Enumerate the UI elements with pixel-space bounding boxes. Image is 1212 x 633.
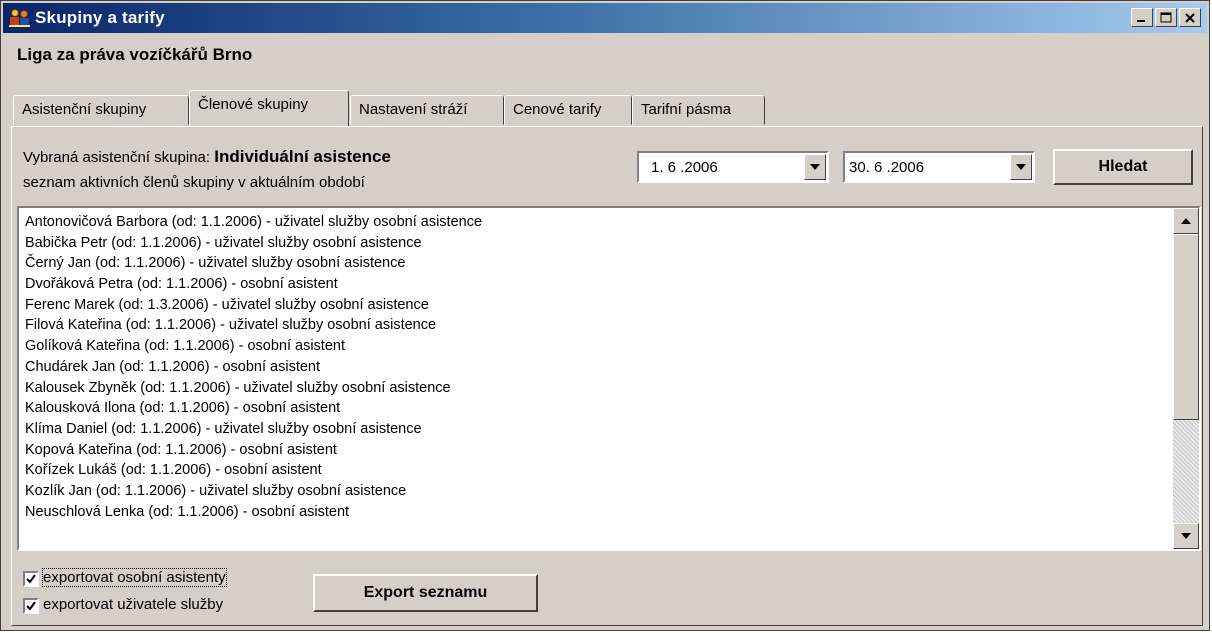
- close-icon: [1185, 13, 1195, 23]
- checkmark-icon: [26, 574, 36, 584]
- date-to-dropdown-button[interactable]: [1010, 154, 1032, 180]
- tab-cenove-tarify[interactable]: Cenové tarify: [504, 95, 632, 125]
- tab-asistencni-skupiny[interactable]: Asistenční skupiny: [13, 95, 189, 125]
- selected-group-label: Vybraná asistenční skupina:: [23, 149, 211, 166]
- window-title: Skupiny a tarify: [35, 8, 165, 27]
- tab-clenove-skupiny[interactable]: Členové skupiny: [189, 90, 349, 126]
- date-to-select[interactable]: 30. 6 .2006: [843, 151, 1035, 183]
- checkmark-icon: [26, 601, 36, 611]
- minimize-icon: [1137, 20, 1145, 22]
- list-item[interactable]: Dvořáková Petra (od: 1.1.2006) - osobní …: [25, 274, 482, 295]
- close-button[interactable]: [1179, 8, 1201, 27]
- members-list[interactable]: Antonovičová Barbora (od: 1.1.2006) - už…: [17, 206, 1201, 551]
- export-users-label[interactable]: exportovat uživatele služby: [43, 596, 223, 613]
- date-from-select[interactable]: 1. 6 .2006: [637, 151, 829, 183]
- selected-group-value: Individuální asistence: [214, 147, 391, 166]
- scroll-down-button[interactable]: [1173, 523, 1199, 549]
- export-list-button[interactable]: Export seznamu: [313, 574, 538, 612]
- list-item[interactable]: Kopová Kateřina (od: 1.1.2006) - osobní …: [25, 440, 482, 461]
- list-item[interactable]: Antonovičová Barbora (od: 1.1.2006) - už…: [25, 212, 482, 233]
- list-item[interactable]: Chudárek Jan (od: 1.1.2006) - osobní asi…: [25, 357, 482, 378]
- chevron-down-icon: [810, 164, 820, 170]
- list-item[interactable]: Kozlík Jan (od: 1.1.2006) - uživatel slu…: [25, 481, 482, 502]
- list-item[interactable]: Golíková Kateřina (od: 1.1.2006) - osobn…: [25, 336, 482, 357]
- list-item[interactable]: Klíma Daniel (od: 1.1.2006) - uživatel s…: [25, 419, 482, 440]
- export-assistants-label[interactable]: exportovat osobní asistenty: [42, 568, 227, 587]
- maximize-button[interactable]: [1155, 8, 1177, 27]
- export-assistants-checkbox[interactable]: [23, 571, 39, 587]
- tab-label: Asistenční skupiny: [22, 101, 147, 118]
- date-from-value: 1. 6 .2006: [651, 159, 718, 176]
- maximize-icon: [1160, 12, 1172, 23]
- tab-label: Cenové tarify: [513, 101, 602, 118]
- tab-tarifni-pasma[interactable]: Tarifní pásma: [632, 95, 765, 125]
- app-icon: [9, 8, 31, 28]
- list-item[interactable]: Kořízek Lukáš (od: 1.1.2006) - osobní as…: [25, 460, 482, 481]
- list-item[interactable]: Černý Jan (od: 1.1.2006) - uživatel služ…: [25, 253, 482, 274]
- organization-name: Liga za práva vozíčkářů Brno: [17, 45, 253, 64]
- members-rows: Antonovičová Barbora (od: 1.1.2006) - už…: [25, 212, 482, 522]
- chevron-down-icon: [1016, 164, 1026, 170]
- date-from-dropdown-button[interactable]: [804, 154, 826, 180]
- list-item[interactable]: Kalousková Ilona (od: 1.1.2006) - osobní…: [25, 398, 482, 419]
- title-bar[interactable]: Skupiny a tarify: [3, 3, 1207, 33]
- arrow-up-icon: [1181, 218, 1191, 224]
- list-item[interactable]: Neuschlová Lenka (od: 1.1.2006) - osobní…: [25, 502, 482, 523]
- scroll-up-button[interactable]: [1173, 208, 1199, 234]
- list-item[interactable]: Ferenc Marek (od: 1.3.2006) - uživatel s…: [25, 295, 482, 316]
- group-subtitle: seznam aktivních členů skupiny v aktuáln…: [23, 174, 365, 191]
- tab-nastaveni-strazi[interactable]: Nastavení stráží: [350, 95, 504, 125]
- date-to-value: 30. 6 .2006: [849, 159, 925, 176]
- list-item[interactable]: Filová Kateřina (od: 1.1.2006) - uživate…: [25, 315, 482, 336]
- vertical-scrollbar[interactable]: [1173, 208, 1199, 549]
- search-button[interactable]: Hledat: [1053, 149, 1193, 185]
- list-item[interactable]: Babička Petr (od: 1.1.2006) - uživatel s…: [25, 233, 482, 254]
- scroll-thumb[interactable]: [1173, 234, 1199, 420]
- selected-group-line: Vybraná asistenční skupina: Individuální…: [23, 147, 391, 167]
- tab-label: Nastavení stráží: [359, 101, 468, 118]
- export-users-checkbox[interactable]: [23, 598, 39, 614]
- tab-label: Členové skupiny: [198, 96, 309, 113]
- app-window: Skupiny a tarify Liga za práva vozíčkářů…: [0, 0, 1210, 631]
- list-item[interactable]: Kalousek Zbyněk (od: 1.1.2006) - uživate…: [25, 378, 482, 399]
- tab-label: Tarifní pásma: [641, 101, 732, 118]
- minimize-button[interactable]: [1131, 8, 1153, 27]
- arrow-down-icon: [1181, 533, 1191, 539]
